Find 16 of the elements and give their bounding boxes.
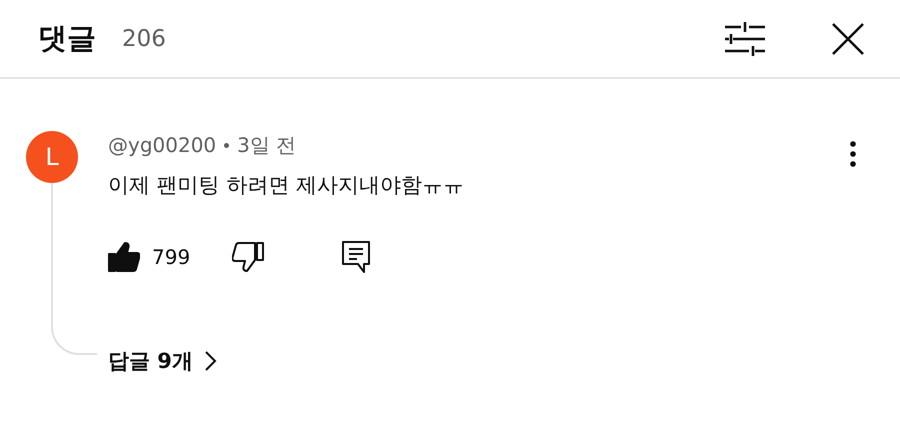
comment-author[interactable]: @yg00200 — [108, 133, 216, 157]
user-avatar[interactable]: L — [26, 131, 78, 183]
panel-title: 댓글 — [38, 20, 96, 56]
reply-icon[interactable] — [342, 241, 370, 273]
thumbs-down-icon[interactable] — [232, 242, 264, 272]
filter-icon[interactable] — [724, 22, 766, 56]
close-icon[interactable] — [832, 22, 864, 54]
chevron-icon — [204, 351, 217, 371]
thumbs-up-icon[interactable] — [108, 242, 140, 272]
comment-text: 이제 팬미팅 하려면 제사지내야함ㅠㅠ — [108, 172, 466, 199]
replies-link[interactable]: 답글 9개 — [108, 347, 900, 375]
more-options-icon[interactable] — [850, 141, 856, 167]
comment-time: 3일 전 — [237, 132, 296, 158]
comment-count: 206 — [122, 26, 166, 52]
like-count: 799 — [152, 245, 190, 269]
separator-dot — [224, 142, 230, 148]
